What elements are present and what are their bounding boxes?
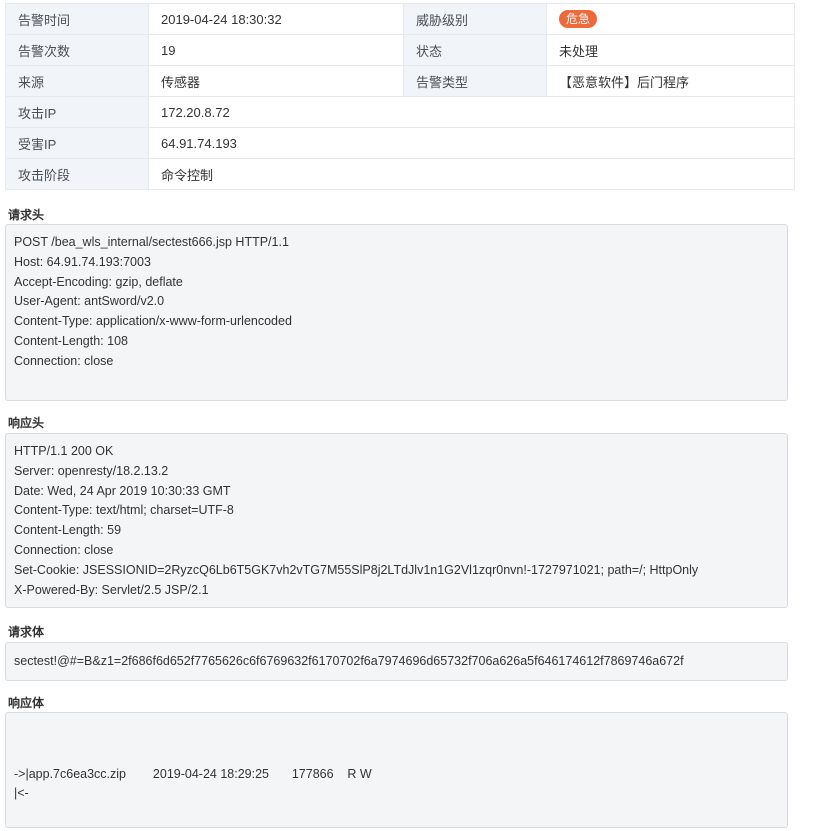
response-header-line: Server: openresty/18.2.13.2 — [14, 463, 169, 478]
response-header-line: Date: Wed, 24 Apr 2019 10:30:33 GMT — [14, 483, 231, 498]
info-row-source: 来源 传感器 告警类型 【恶意软件】后门程序 — [5, 65, 795, 97]
response-body-box[interactable]: ->|app.7c6ea3cc.zip 2019-04-24 18:29:25 … — [5, 712, 788, 828]
threat-level-cell: 危急 — [546, 3, 795, 35]
request-header-title: 请求头 — [8, 208, 45, 222]
response-body-title: 响应体 — [8, 696, 45, 710]
alert-time-label: 告警时间 — [5, 3, 149, 35]
source-value: 传感器 — [148, 65, 404, 97]
alert-info-table: 告警时间 2019-04-24 18:30:32 威胁级别 危急 告警次数 19… — [5, 3, 795, 190]
threat-level-badge: 危急 — [559, 10, 598, 28]
response-body-line: ->|app.7c6ea3cc.zip 2019-04-24 18:29:25 … — [14, 766, 372, 781]
alert-type-label: 告警类型 — [403, 65, 547, 97]
request-header-line: Host: 64.91.74.193:7003 — [14, 254, 151, 269]
response-header-line: X-Powered-By: Servlet/2.5 JSP/2.1 — [14, 582, 209, 597]
attack-stage-value: 命令控制 — [148, 158, 795, 190]
alert-count-value: 19 — [148, 34, 404, 66]
request-body-title: 请求体 — [8, 625, 45, 639]
attack-stage-label: 攻击阶段 — [5, 158, 149, 190]
request-body-line: sectest!@#=B&z1=2f686f6d652f7765626c6f67… — [14, 654, 684, 668]
request-header-line: Connection: close — [14, 353, 114, 368]
response-body-line — [14, 725, 779, 745]
request-header-line: Content-Type: application/x-www-form-url… — [14, 314, 292, 329]
response-header-line: Content-Length: 59 — [14, 523, 122, 538]
request-header-line: Accept-Encoding: gzip, deflate — [14, 274, 183, 289]
status-value: 未处理 — [546, 34, 795, 66]
response-header-line: Connection: close — [14, 542, 114, 557]
request-header-line: User-Agent: antSword/v2.0 — [14, 294, 165, 309]
victim-ip-label: 受害IP — [5, 127, 149, 159]
response-body-line — [14, 745, 779, 765]
request-header-box[interactable]: POST /bea_wls_internal/sectest666.jsp HT… — [5, 224, 788, 401]
info-row-victim-ip: 受害IP 64.91.74.193 — [5, 127, 795, 159]
threat-level-label: 威胁级别 — [403, 3, 547, 35]
info-row-attack-stage: 攻击阶段 命令控制 — [5, 158, 795, 190]
request-body-box[interactable]: sectest!@#=B&z1=2f686f6d652f7765626c6f67… — [5, 642, 788, 681]
request-header-line: Content-Length: 108 — [14, 333, 128, 348]
attack-ip-label: 攻击IP — [5, 96, 149, 128]
response-body-line: |<- — [14, 786, 29, 801]
alert-count-label: 告警次数 — [5, 34, 149, 66]
response-header-box[interactable]: HTTP/1.1 200 OK Server: openresty/18.2.1… — [5, 433, 788, 608]
response-header-title: 响应头 — [8, 416, 45, 430]
info-row-alert-time: 告警时间 2019-04-24 18:30:32 威胁级别 危急 — [5, 3, 795, 35]
info-row-alert-count: 告警次数 19 状态 未处理 — [5, 34, 795, 66]
status-label: 状态 — [403, 34, 547, 66]
info-row-attack-ip: 攻击IP 172.20.8.72 — [5, 96, 795, 128]
source-label: 来源 — [5, 65, 149, 97]
response-header-line: Set-Cookie: JSESSIONID=2RyzcQ6Lb6T5GK7vh… — [14, 562, 699, 577]
alert-type-value: 【恶意软件】后门程序 — [546, 65, 795, 97]
response-header-line: HTTP/1.1 200 OK — [14, 444, 114, 458]
request-header-line: POST /bea_wls_internal/sectest666.jsp HT… — [14, 235, 289, 249]
alert-time-value: 2019-04-24 18:30:32 — [148, 3, 404, 35]
victim-ip-value: 64.91.74.193 — [148, 127, 795, 159]
attack-ip-value: 172.20.8.72 — [148, 96, 795, 128]
response-header-line: Content-Type: text/html; charset=UTF-8 — [14, 503, 234, 518]
